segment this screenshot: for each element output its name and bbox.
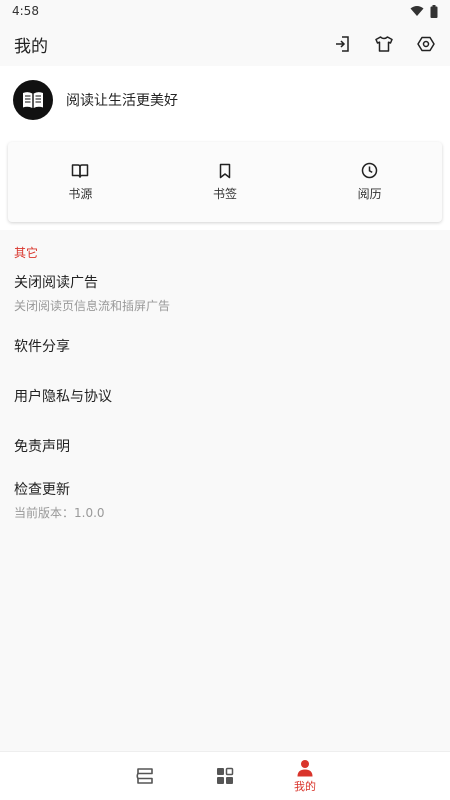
bottom-navigation: 我的 <box>0 751 450 800</box>
appbar-actions <box>332 34 436 54</box>
clock-icon <box>361 162 378 179</box>
profile-slogan: 阅读让生活更美好 <box>66 93 178 109</box>
menu-item-title: 用户隐私与协议 <box>14 389 112 405</box>
import-icon <box>336 36 349 52</box>
quick-item-book-sources[interactable]: 书源 <box>8 142 153 222</box>
quick-item-label: 书签 <box>213 186 238 201</box>
battery-icon <box>430 4 438 18</box>
book-logo-icon <box>23 92 43 108</box>
import-button[interactable] <box>332 34 352 54</box>
grid-icon <box>217 767 234 784</box>
book-open-icon <box>72 163 89 178</box>
status-bar: 4:58 <box>0 0 450 22</box>
app-bar: 我的 <box>0 22 450 66</box>
menu-item-subtitle: 当前版本：1.0.0 <box>14 506 105 520</box>
menu-disclaimer[interactable]: 免责声明 <box>0 437 450 457</box>
nav-bookshelf[interactable] <box>105 752 185 800</box>
quick-item-bookmarks[interactable]: 书签 <box>153 142 298 222</box>
wifi-icon <box>410 6 424 16</box>
settings-button[interactable] <box>416 34 436 54</box>
bookshelf-icon <box>136 768 153 784</box>
section-title-other: 其它 <box>14 246 39 260</box>
quick-item-label: 书源 <box>68 186 93 201</box>
status-icons <box>410 4 438 18</box>
menu-item-title: 检查更新 <box>14 482 70 498</box>
quick-item-label: 阅历 <box>357 187 382 201</box>
nav-mine[interactable]: 我的 <box>265 752 345 800</box>
nav-mine-label: 我的 <box>294 779 316 793</box>
person-icon <box>297 759 313 776</box>
status-time: 4:58 <box>12 4 39 18</box>
bookmark-icon <box>219 163 231 178</box>
profile-header: 阅读让生活更美好 <box>0 66 450 134</box>
nav-discover[interactable] <box>185 752 265 800</box>
menu-privacy-agreement[interactable]: 用户隐私与协议 <box>0 387 450 407</box>
menu-share-app[interactable]: 软件分享 <box>0 337 450 357</box>
page-title: 我的 <box>14 36 48 57</box>
quick-access-section: 书源 书签 阅历 <box>0 134 450 230</box>
menu-item-title: 免责声明 <box>14 439 70 455</box>
quick-item-history[interactable]: 阅历 <box>297 142 442 222</box>
avatar[interactable] <box>13 80 53 120</box>
menu-item-title: 软件分享 <box>14 339 70 355</box>
quick-access-card: 书源 书签 阅历 <box>8 142 442 222</box>
menu-check-update[interactable]: 检查更新 当前版本：1.0.0 <box>0 480 450 522</box>
tshirt-icon <box>375 36 393 52</box>
menu-close-ads[interactable]: 关闭阅读广告 关闭阅读页信息流和插屏广告 <box>0 273 450 315</box>
theme-button[interactable] <box>374 34 394 54</box>
settings-icon <box>417 36 435 52</box>
menu-item-subtitle: 关闭阅读页信息流和插屏广告 <box>14 299 171 313</box>
menu-item-title: 关闭阅读广告 <box>14 275 98 291</box>
